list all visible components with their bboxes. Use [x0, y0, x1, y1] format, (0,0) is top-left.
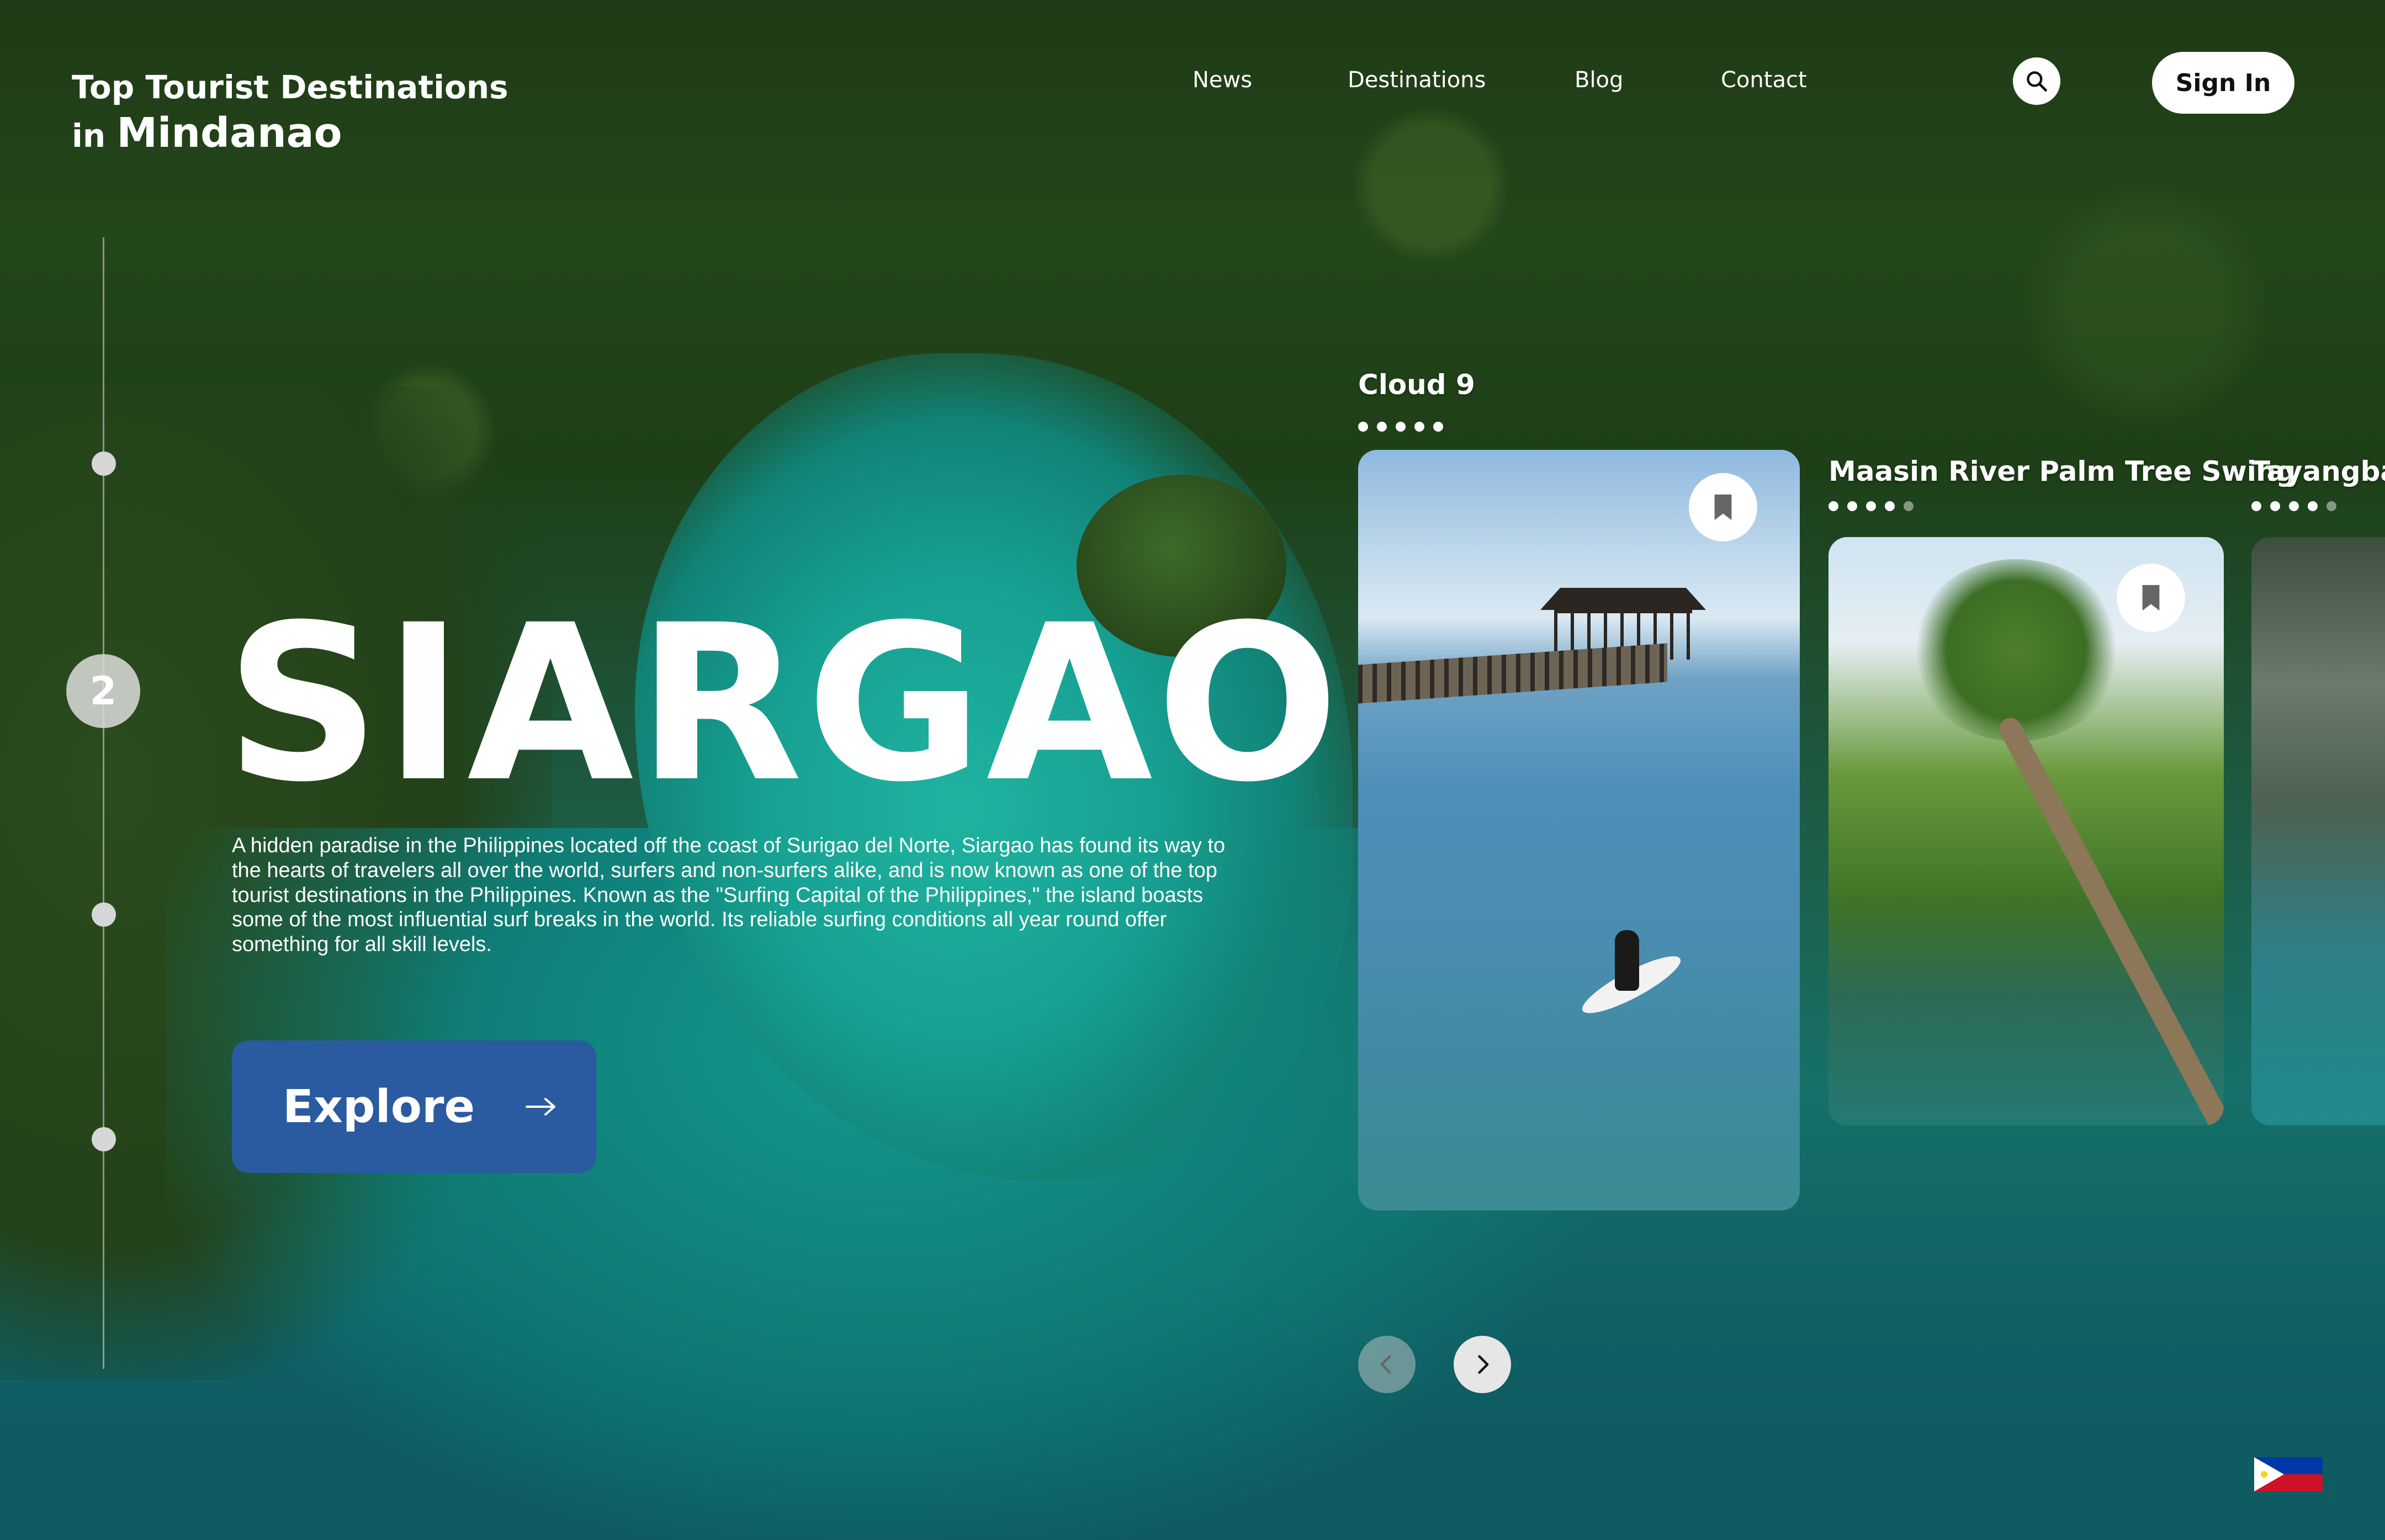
rating-dot: [2270, 501, 2280, 511]
bookmark-button[interactable]: [1689, 473, 1757, 541]
destination-title: SIARGAO: [225, 578, 1343, 829]
rating-dot: [1829, 501, 1838, 511]
destination-card-tayangban[interactable]: [2251, 537, 2385, 1125]
timeline-step-1[interactable]: [92, 452, 116, 476]
brand-main: Mindanao: [116, 109, 342, 157]
timeline-step-active[interactable]: 2: [66, 654, 140, 728]
rating-dot: [1885, 501, 1895, 511]
chevron-left-icon: [1380, 1355, 1391, 1374]
bookmark-button[interactable]: [2117, 564, 2185, 632]
destination-card-maasin[interactable]: [1829, 537, 2224, 1125]
bookmark-icon: [1714, 494, 1732, 521]
card-title-maasin[interactable]: Maasin River Palm Tree Swing: [1829, 455, 2296, 487]
explore-label: Explore: [283, 1080, 475, 1133]
rating-dot: [2308, 501, 2318, 511]
rating-dot: [1396, 422, 1406, 432]
brand-prefix: in: [72, 116, 106, 155]
rating-dot: [1414, 422, 1424, 432]
timeline-line: [103, 237, 104, 1369]
nav-contact[interactable]: Contact: [1721, 67, 1807, 93]
card-rating-dots: [2251, 501, 2336, 511]
brand-line-1: Top Tourist Destinations: [72, 68, 508, 106]
rating-dot: [1358, 422, 1368, 432]
search-button[interactable]: [2013, 57, 2060, 105]
search-icon: [2027, 71, 2047, 92]
rating-dot: [1433, 422, 1443, 432]
surfer: [1615, 930, 1639, 991]
carousel-prev-button[interactable]: [1358, 1336, 1416, 1393]
boardwalk-pier: [1358, 643, 1667, 704]
destination-card-cloud-9[interactable]: [1358, 450, 1800, 1210]
rating-dot: [1377, 422, 1387, 432]
palm-trunk: [1995, 714, 2224, 1125]
arrow-right-icon: [526, 1098, 555, 1116]
rating-dot: [1847, 501, 1857, 511]
card-rating-dots: [1829, 501, 1914, 511]
nav-blog[interactable]: Blog: [1575, 67, 1623, 93]
palm-fronds: [1911, 559, 2121, 741]
bookmark-icon: [2142, 585, 2160, 611]
rating-dot: [2251, 501, 2261, 511]
carousel-next-button[interactable]: [1454, 1336, 1511, 1393]
rating-dot: [2326, 501, 2336, 511]
brand-line-2: in Mindanao: [72, 108, 508, 159]
rating-dot: [1866, 501, 1876, 511]
timeline-step-3[interactable]: [92, 902, 116, 927]
nav-destinations[interactable]: Destinations: [1348, 67, 1486, 93]
chevron-right-icon: [1478, 1355, 1489, 1374]
rating-dot: [2289, 501, 2299, 511]
destination-description: A hidden paradise in the Philippines loc…: [232, 834, 1226, 957]
card-rating-dots: [1358, 422, 1443, 432]
site-logo-title[interactable]: Top Tourist Destinations in Mindanao: [72, 67, 508, 158]
explore-button[interactable]: Explore: [232, 1040, 596, 1173]
card-title-tayangban[interactable]: Tayangban: [2251, 455, 2385, 487]
sign-in-button[interactable]: Sign In: [2152, 52, 2294, 114]
philippines-flag-icon[interactable]: [2254, 1457, 2323, 1491]
rating-dot: [1904, 501, 1914, 511]
card-title-cloud-9[interactable]: Cloud 9: [1358, 369, 1475, 401]
timeline-step-4[interactable]: [92, 1127, 116, 1151]
nav-news[interactable]: News: [1192, 67, 1252, 93]
